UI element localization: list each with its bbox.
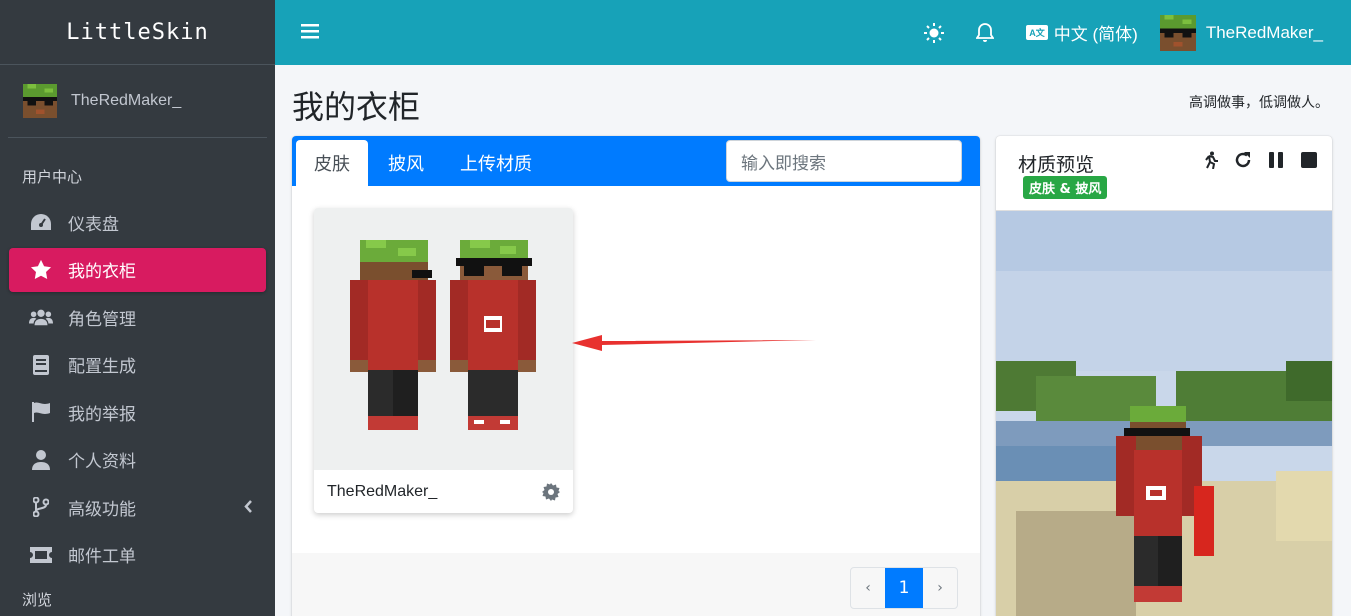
preview-header: 材质预览 皮肤 & 披风 — [996, 136, 1332, 211]
sidebar-item-label: 我的衣柜 — [68, 262, 136, 282]
skin-3d-preview-canvas[interactable] — [996, 211, 1332, 616]
brand-name: LittleSkin — [66, 19, 209, 45]
book-icon — [29, 353, 53, 377]
brand-logo[interactable]: LittleSkin — [0, 0, 275, 65]
sidebar-item-dashboard[interactable]: 仪表盘 — [9, 200, 266, 244]
running-icon[interactable] — [1201, 151, 1219, 169]
closet-card: 皮肤 披风 上传材质 输入即搜索 TheRedMaker_ ‹ 1 › — [292, 136, 980, 616]
pagination: ‹ 1 › — [850, 567, 958, 609]
sidebar-item-advanced[interactable]: 高级功能 — [9, 485, 266, 529]
search-input[interactable]: 输入即搜索 — [726, 140, 962, 182]
stop-icon[interactable] — [1300, 151, 1318, 169]
tab-cape[interactable]: 披风 — [372, 140, 440, 186]
users-icon — [29, 305, 53, 329]
topbar-user-menu[interactable]: TheRedMaker_ — [1159, 14, 1323, 51]
ticket-icon — [29, 543, 53, 567]
language-label: 中文 (简体) — [1053, 25, 1138, 44]
annotation-arrow — [572, 335, 816, 351]
site-motto: 高调做事，低调做人。 — [1189, 95, 1329, 111]
sidebar-item-profile[interactable]: 个人资料 — [9, 438, 266, 482]
sidebar-item-closet[interactable]: 我的衣柜 — [9, 247, 266, 292]
rotate-icon[interactable] — [1234, 151, 1252, 169]
flag-icon — [29, 400, 53, 424]
star-icon — [29, 258, 53, 282]
hamburger-menu-icon[interactable] — [301, 23, 319, 43]
pagination-next[interactable]: › — [923, 568, 957, 608]
preview-badge: 皮肤 & 披风 — [1023, 176, 1108, 199]
sidebar-item-label: 个人资料 — [68, 452, 136, 472]
skin-item-card[interactable]: TheRedMaker_ — [314, 208, 573, 513]
search-placeholder: 输入即搜索 — [741, 153, 826, 174]
avatar — [23, 84, 57, 118]
page-title: 我的衣柜 — [292, 88, 421, 126]
closet-tabs-header: 皮肤 披风 上传材质 输入即搜索 — [292, 136, 980, 186]
sidebar-item-label: 邮件工单 — [68, 547, 136, 567]
nav-section-user-center: 用户中心 — [22, 168, 83, 186]
sidebar-item-config[interactable]: 配置生成 — [9, 343, 266, 387]
sidebar: LittleSkin TheRedMaker_ 用户中心 仪表盘 我的衣柜 角色… — [0, 0, 275, 616]
closet-footer: ‹ 1 › — [292, 553, 980, 616]
sidebar-item-label: 高级功能 — [68, 499, 136, 520]
preview-toolbar — [1186, 151, 1318, 169]
sidebar-item-players[interactable]: 角色管理 — [9, 295, 266, 339]
topbar-right: A文 中文 (简体) TheRedMaker_ — [908, 0, 1351, 65]
dashboard-icon — [29, 210, 53, 234]
sidebar-item-reports[interactable]: 我的举报 — [9, 390, 266, 434]
sidebar-item-tickets[interactable]: 邮件工单 — [9, 533, 266, 577]
topbar-username: TheRedMaker_ — [1205, 22, 1323, 42]
skin-item-footer: TheRedMaker_ — [314, 470, 573, 513]
tab-skin[interactable]: 皮肤 — [296, 140, 368, 186]
sidebar-item-label: 角色管理 — [68, 309, 136, 330]
translate-icon: A文 — [1026, 25, 1048, 40]
language-selector[interactable]: A文 中文 (简体) — [1026, 20, 1138, 45]
sidebar-item-label: 配置生成 — [68, 357, 136, 377]
pause-icon[interactable] — [1267, 151, 1285, 169]
gear-icon[interactable] — [542, 483, 560, 506]
sidebar-item-label: 仪表盘 — [68, 214, 119, 235]
texture-preview-card: 材质预览 皮肤 & 披风 — [996, 136, 1332, 616]
theme-toggle-icon[interactable] — [924, 22, 945, 43]
skin-item-name: TheRedMaker_ — [327, 482, 438, 500]
preview-title: 材质预览 — [1018, 154, 1095, 176]
bell-icon[interactable] — [976, 22, 995, 43]
avatar — [1159, 14, 1196, 51]
nav-section-browse: 浏览 — [22, 591, 53, 609]
skin-preview-image — [314, 208, 573, 470]
tab-upload[interactable]: 上传材质 — [448, 140, 544, 186]
pagination-prev[interactable]: ‹ — [851, 568, 885, 608]
sidebar-item-label: 我的举报 — [68, 404, 136, 425]
chevron-left-icon — [244, 498, 252, 518]
sidebar-username: TheRedMaker_ — [71, 92, 182, 109]
user-icon — [29, 448, 53, 472]
branch-icon — [29, 495, 53, 519]
sidebar-user-panel[interactable]: TheRedMaker_ — [8, 65, 267, 138]
pagination-current-page[interactable]: 1 — [885, 568, 923, 608]
topbar: A文 中文 (简体) TheRedMaker_ — [275, 0, 1351, 65]
